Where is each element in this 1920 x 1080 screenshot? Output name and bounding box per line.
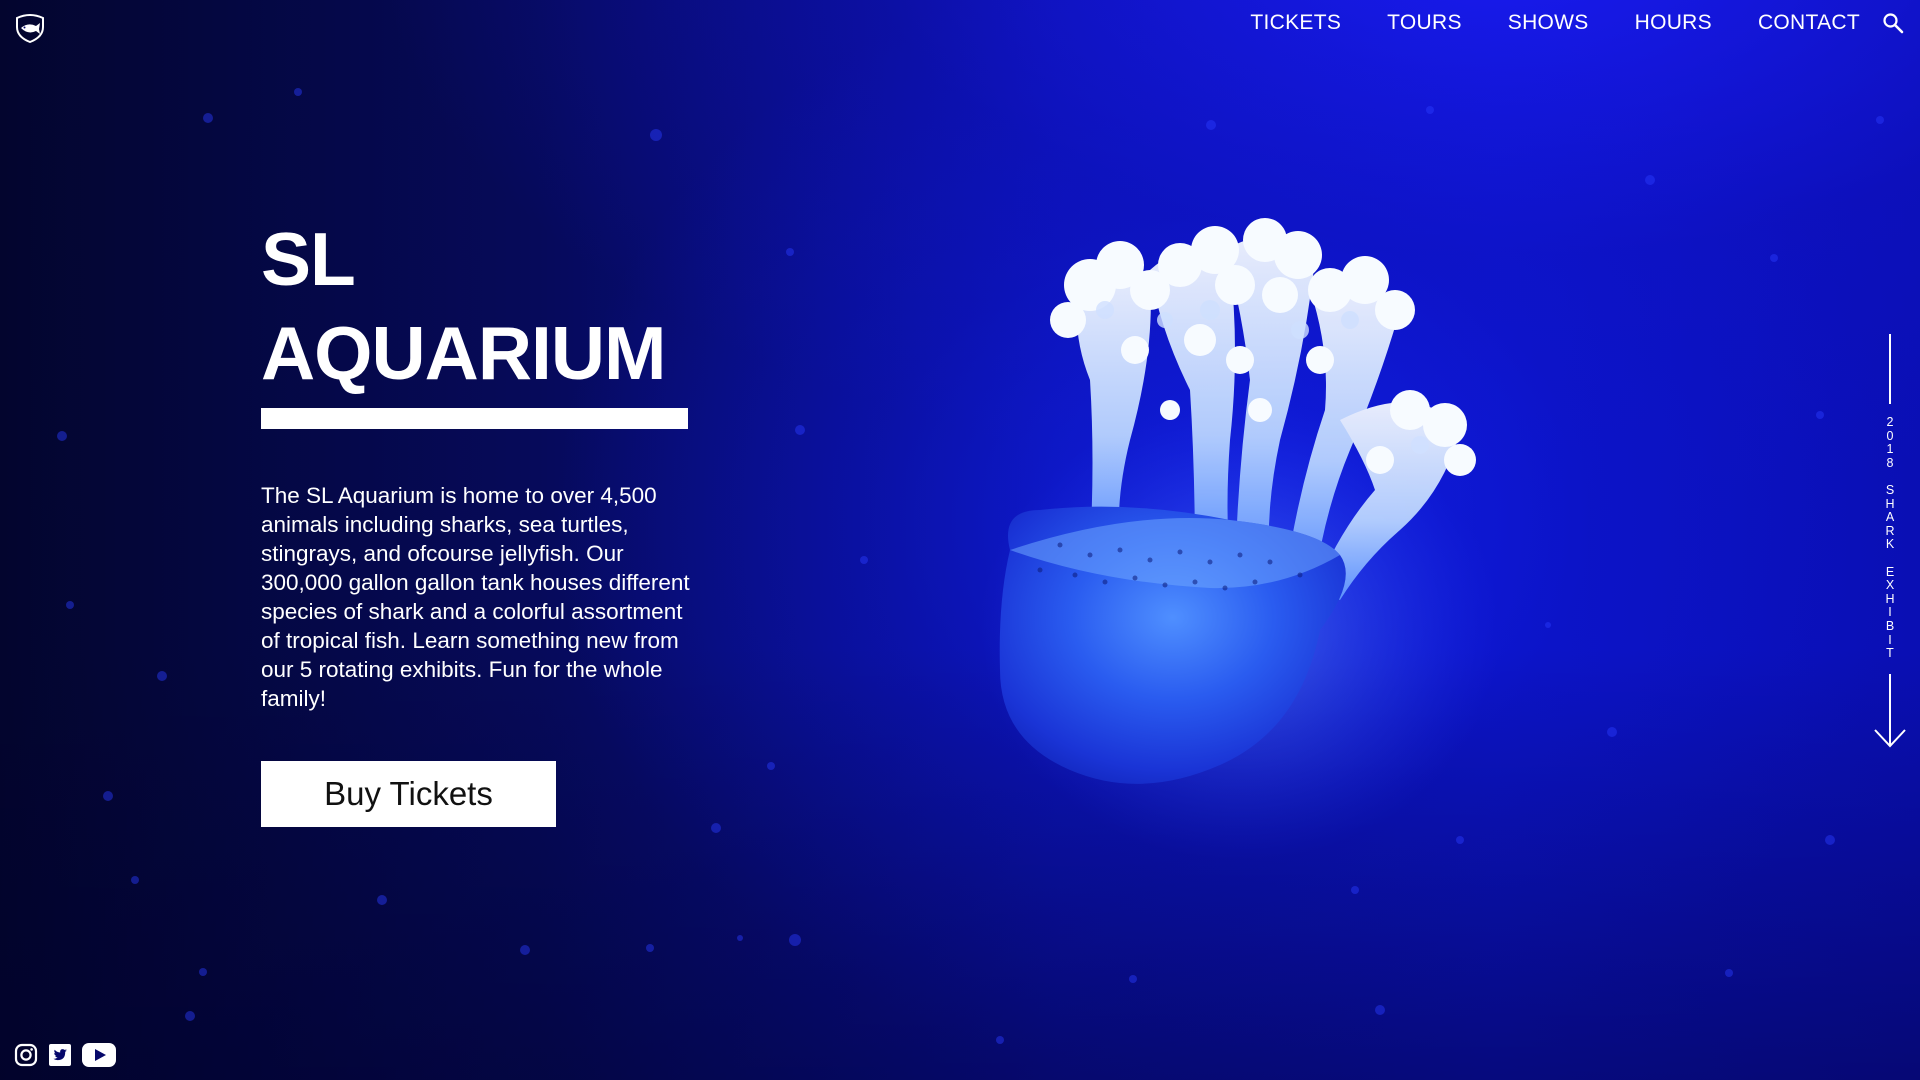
title-underline-bar (261, 408, 688, 429)
hero-content: SL AQUARIUM The SL Aquarium is home to o… (261, 212, 701, 713)
exhibit-label-char: T (1886, 646, 1894, 661)
nav-tours[interactable]: TOURS (1387, 10, 1462, 36)
exhibit-label-char: R (1885, 523, 1895, 538)
exhibit-label-char: H (1885, 496, 1895, 511)
exhibit-label-char: I (1888, 605, 1892, 620)
indicator-line (1889, 334, 1891, 404)
exhibit-scroll-indicator[interactable]: 2018 SHARK EXHIBIT (1870, 334, 1910, 750)
exhibit-label-char: B (1885, 618, 1895, 633)
twitter-icon[interactable] (48, 1043, 72, 1067)
title-line-1: SL (261, 217, 356, 301)
buy-tickets-button[interactable]: Buy Tickets (261, 761, 556, 827)
aquarium-logo-icon[interactable] (14, 13, 46, 43)
nav-shows[interactable]: SHOWS (1508, 10, 1589, 36)
nav-tickets[interactable]: TICKETS (1250, 10, 1341, 36)
exhibit-label-char: K (1885, 537, 1895, 552)
exhibit-label-char: A (1885, 510, 1895, 525)
social-links (14, 1043, 116, 1067)
title-line-2: AQUARIUM (261, 311, 666, 395)
hero-description: The SL Aquarium is home to over 4,500 an… (261, 483, 690, 711)
exhibit-label-char: 2 (1886, 415, 1894, 429)
jellyfish-image (980, 218, 1500, 860)
instagram-icon[interactable] (14, 1043, 38, 1067)
hero-section: TICKETS TOURS SHOWS HOURS CONTACT SL AQU… (0, 0, 1920, 1080)
youtube-icon[interactable] (82, 1043, 116, 1067)
exhibit-label-char: H (1885, 591, 1895, 606)
search-icon[interactable] (1882, 12, 1904, 34)
exhibit-label-char: E (1885, 564, 1895, 579)
nav-contact[interactable]: CONTACT (1758, 10, 1860, 36)
main-nav: TICKETS TOURS SHOWS HOURS CONTACT (1250, 10, 1860, 36)
arrow-down-icon (1874, 674, 1906, 748)
exhibit-label-char: X (1885, 578, 1895, 593)
exhibit-label-char: 1 (1886, 442, 1894, 457)
exhibit-label-char: 8 (1886, 455, 1894, 470)
page-title: SL AQUARIUM (261, 212, 701, 400)
exhibit-label-char: 0 (1886, 428, 1894, 443)
nav-hours[interactable]: HOURS (1635, 10, 1712, 36)
exhibit-label-char: I (1888, 632, 1892, 647)
exhibit-label-char (1870, 552, 1910, 566)
exhibit-label-char: S (1885, 482, 1895, 497)
exhibit-label: 2018 SHARK EXHIBIT (1870, 415, 1910, 661)
exhibit-label-char (1870, 470, 1910, 484)
